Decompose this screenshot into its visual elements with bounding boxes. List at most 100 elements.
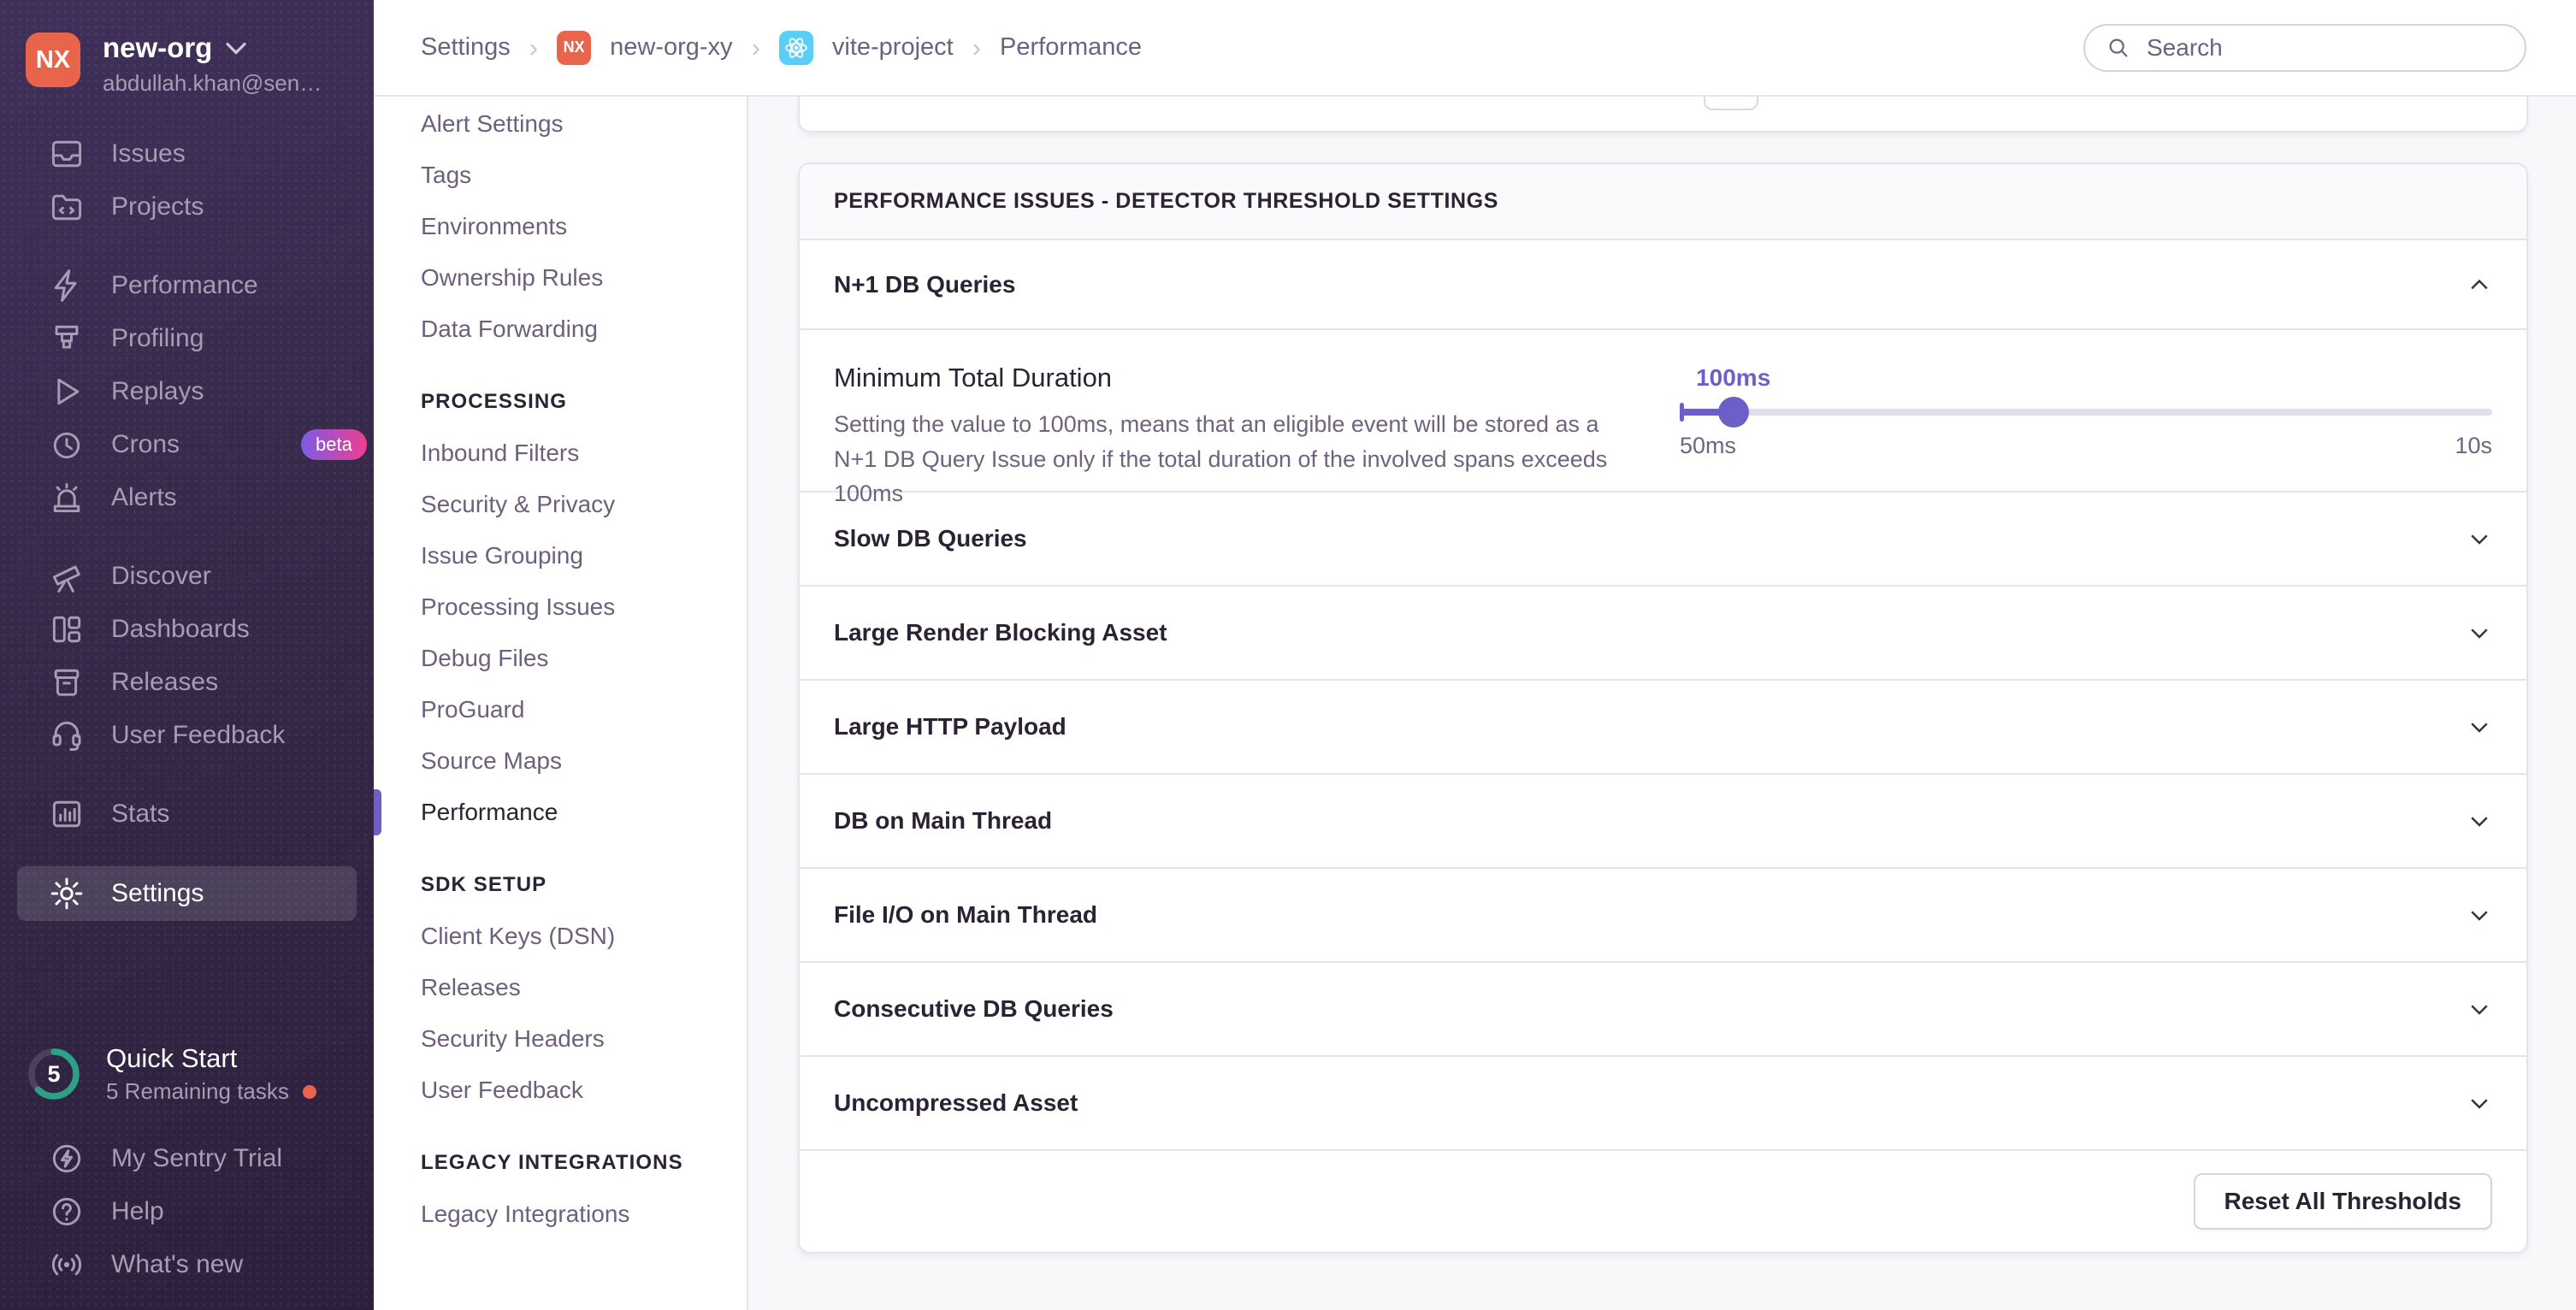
settings-nav-legacy-integrations[interactable]: Legacy Integrations (374, 1189, 747, 1240)
accordion-label: Large HTTP Payload (834, 713, 1066, 741)
slider-handle[interactable] (1718, 397, 1749, 428)
accordion-file-io-on-main-thread[interactable]: File I/O on Main Thread (800, 869, 2526, 963)
org-switcher[interactable]: NX new-org abdullah.khan@sen… (0, 0, 374, 97)
sidebar-item-label: Issues (111, 139, 186, 168)
quick-start-panel[interactable]: 5 Quick Start 5 Remaining tasks (0, 1043, 374, 1132)
quick-start-subtitle: 5 Remaining tasks (106, 1078, 289, 1105)
sidebar-item-dashboards[interactable]: Dashboards (0, 603, 374, 656)
chevron-down-icon (2467, 808, 2492, 834)
breadcrumb-settings[interactable]: Settings (421, 33, 511, 62)
settings-nav-source-maps[interactable]: Source Maps (374, 735, 747, 787)
accordion-label: Uncompressed Asset (834, 1089, 1078, 1117)
sidebar-item-label: What's new (111, 1250, 243, 1279)
sidebar-item-stats[interactable]: Stats (0, 788, 374, 841)
org-meta: new-org abdullah.khan@sen… (103, 32, 322, 97)
settings-nav-processing-issues[interactable]: Processing Issues (374, 581, 747, 633)
sidebar-item-label: Dashboards (111, 615, 250, 644)
beta-badge: beta (301, 429, 367, 460)
setting-title: Minimum Total Duration (834, 363, 1620, 393)
sidebar-item-profiling[interactable]: Profiling (0, 312, 374, 365)
accordion-large-http-payload[interactable]: Large HTTP Payload (800, 681, 2526, 775)
n1-settings-body: Minimum Total Duration Setting the value… (800, 330, 2526, 493)
settings-nav-data-forwarding[interactable]: Data Forwarding (374, 304, 747, 355)
settings-nav-debug-files[interactable]: Debug Files (374, 633, 747, 684)
settings-nav-user-feedback[interactable]: User Feedback (374, 1065, 747, 1116)
sidebar-item-user-feedback[interactable]: User Feedback (0, 709, 374, 762)
org-avatar[interactable]: NX (26, 32, 80, 87)
breadcrumb-project[interactable]: vite-project (832, 33, 954, 62)
slider-min-label: 50ms (1680, 433, 1736, 459)
settings-nav: Alert Settings Tags Environments Ownersh… (374, 97, 748, 1310)
sidebar-item-label: Discover (111, 562, 211, 591)
reset-all-thresholds-button[interactable]: Reset All Thresholds (2194, 1173, 2492, 1230)
accordion-consecutive-db-queries[interactable]: Consecutive DB Queries (800, 963, 2526, 1057)
search-input[interactable] (2145, 33, 2516, 62)
sidebar-item-projects[interactable]: Projects (0, 180, 374, 233)
sidebar-item-performance[interactable]: Performance (0, 259, 374, 312)
accordion-label: Consecutive DB Queries (834, 995, 1114, 1023)
settings-nav-releases[interactable]: Releases (374, 962, 747, 1013)
profiling-icon (48, 320, 86, 357)
accordion-label: Slow DB Queries (834, 525, 1027, 552)
search-box[interactable] (2083, 24, 2526, 72)
cutoff-control (1704, 97, 1758, 110)
accordion-label: Large Render Blocking Asset (834, 619, 1167, 646)
panel-footer: Reset All Thresholds (800, 1151, 2526, 1252)
scrolled-card-remnant (798, 97, 2528, 133)
sidebar-item-replays[interactable]: Replays beta (0, 365, 374, 418)
search-icon (2106, 35, 2131, 61)
sidebar-item-help[interactable]: Help (0, 1185, 374, 1238)
sidebar-item-whats-new[interactable]: What's new (0, 1238, 374, 1291)
settings-nav-security-headers[interactable]: Security Headers (374, 1013, 747, 1065)
bar-chart-icon (48, 795, 86, 833)
settings-nav-alert-settings[interactable]: Alert Settings (374, 98, 747, 150)
sidebar-footer: 5 Quick Start 5 Remaining tasks My Sentr… (0, 1043, 374, 1310)
progress-ring: 5 (26, 1046, 82, 1102)
accordion-uncompressed-asset[interactable]: Uncompressed Asset (800, 1057, 2526, 1151)
sidebar-item-label: Releases (111, 668, 218, 697)
sidebar-item-label: Help (111, 1197, 164, 1226)
play-icon (48, 373, 86, 410)
sidebar-item-label: Alerts (111, 483, 177, 512)
sidebar-item-label: User Feedback (111, 721, 285, 750)
settings-nav-environments[interactable]: Environments (374, 201, 747, 252)
accordion-large-render-blocking-asset[interactable]: Large Render Blocking Asset (800, 587, 2526, 681)
slider-track[interactable] (1680, 409, 2492, 416)
panel-title: PERFORMANCE ISSUES - DETECTOR THRESHOLD … (800, 164, 2526, 240)
settings-nav-tags[interactable]: Tags (374, 150, 747, 201)
sidebar-item-label: Profiling (111, 324, 204, 353)
org-email: abdullah.khan@sen… (103, 70, 322, 97)
accordion-n1-db-queries[interactable]: N+1 DB Queries (800, 240, 2526, 330)
chevron-down-icon (2467, 996, 2492, 1022)
settings-nav-ownership-rules[interactable]: Ownership Rules (374, 252, 747, 304)
sidebar-item-settings[interactable]: Settings (17, 866, 357, 921)
sidebar-item-label: Replays (111, 377, 204, 406)
sidebar-item-label: My Sentry Trial (111, 1144, 282, 1173)
breadcrumb-org[interactable]: new-org-xy (610, 33, 732, 62)
chevron-down-icon (2467, 1090, 2492, 1116)
settings-nav-client-keys[interactable]: Client Keys (DSN) (374, 911, 747, 962)
sidebar-item-label: Performance (111, 271, 258, 300)
settings-nav-inbound-filters[interactable]: Inbound Filters (374, 428, 747, 479)
projects-icon (48, 188, 86, 226)
accordion-label: DB on Main Thread (834, 807, 1052, 835)
sidebar-item-issues[interactable]: Issues (0, 127, 374, 180)
accordion-db-on-main-thread[interactable]: DB on Main Thread (800, 775, 2526, 869)
settings-nav-issue-grouping[interactable]: Issue Grouping (374, 530, 747, 581)
top-header: Settings › NX new-org-xy › vite-project … (374, 0, 2576, 97)
sidebar-item-discover[interactable]: Discover (0, 550, 374, 603)
sidebar-item-alerts[interactable]: Alerts (0, 471, 374, 524)
chevron-up-icon (2467, 272, 2492, 298)
bolt-circle-icon (48, 1140, 86, 1177)
chevron-down-icon (226, 42, 246, 55)
settings-nav-performance[interactable]: Performance (374, 787, 747, 838)
settings-nav-security-privacy[interactable]: Security & Privacy (374, 479, 747, 530)
sidebar-item-crons[interactable]: Crons beta (0, 418, 374, 471)
lightning-icon (48, 267, 86, 304)
sidebar-item-trial[interactable]: My Sentry Trial (0, 1132, 374, 1185)
headset-icon (48, 717, 86, 754)
gear-icon (48, 875, 86, 912)
sidebar-item-label: Stats (111, 800, 169, 829)
settings-nav-proguard[interactable]: ProGuard (374, 684, 747, 735)
sidebar-item-releases[interactable]: Releases (0, 656, 374, 709)
